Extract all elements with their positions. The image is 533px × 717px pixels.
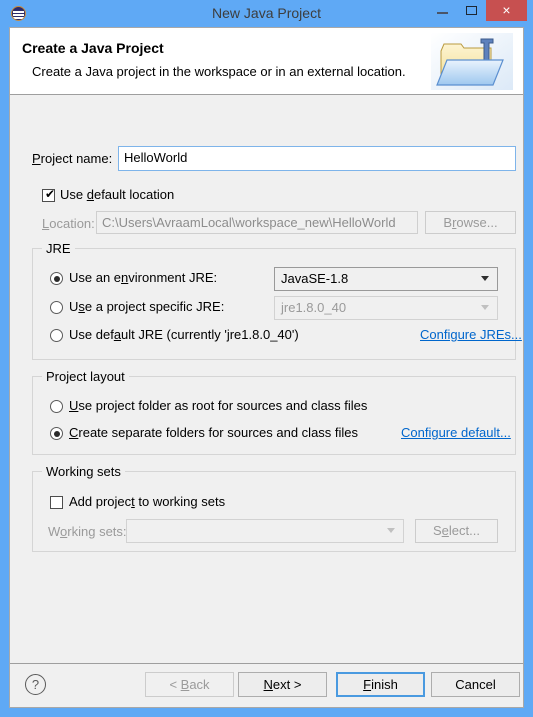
- title-bar: New Java Project ×: [0, 0, 533, 27]
- project-name-label: Project name:: [32, 151, 113, 166]
- configure-default-link[interactable]: Configure default...: [401, 425, 511, 440]
- project-name-input[interactable]: HelloWorld: [118, 146, 516, 171]
- project-specific-jre-value: jre1.8.0_40: [281, 300, 347, 315]
- project-layout-group: Project layout Use project folder as roo…: [32, 369, 516, 455]
- radio-default-jre[interactable]: [50, 329, 63, 342]
- working-sets-label: Working sets:: [48, 524, 127, 539]
- radio-create-separate-folders[interactable]: [50, 427, 63, 440]
- working-sets-group: Working sets Add project to working sets…: [32, 464, 516, 552]
- next-button[interactable]: Next >: [238, 672, 327, 697]
- project-specific-jre-combo[interactable]: jre1.8.0_40: [274, 296, 498, 320]
- chevron-down-icon: [481, 305, 489, 310]
- radio-project-specific-jre[interactable]: [50, 301, 63, 314]
- maximize-button[interactable]: [457, 0, 486, 21]
- java-project-folder-icon: [431, 33, 513, 90]
- page-title: Create a Java Project: [22, 40, 164, 56]
- dialog-content: Project name: HelloWorld ✔ Use default l…: [10, 95, 523, 663]
- minimize-button[interactable]: [428, 0, 457, 21]
- chevron-down-icon: [387, 528, 395, 533]
- close-icon: ×: [502, 2, 511, 18]
- close-button[interactable]: ×: [486, 0, 527, 21]
- cancel-button[interactable]: Cancel: [431, 672, 520, 697]
- working-sets-combo[interactable]: [126, 519, 404, 543]
- use-default-location-label: Use default location: [60, 187, 175, 202]
- radio-project-specific-jre-label: Use a project specific JRE:: [69, 299, 225, 314]
- minimize-icon: [437, 12, 448, 14]
- dialog-body: Create a Java Project Create a Java proj…: [9, 27, 524, 708]
- maximize-icon: [466, 6, 477, 15]
- radio-use-project-folder-as-root-label: Use project folder as root for sources a…: [69, 398, 368, 413]
- execution-environment-combo[interactable]: JavaSE-1.8: [274, 267, 498, 291]
- browse-button[interactable]: Browse...: [425, 211, 516, 234]
- help-icon[interactable]: ?: [25, 674, 46, 695]
- radio-execution-environment-jre-label: Use an environment JRE:: [69, 270, 218, 285]
- use-default-location-checkbox[interactable]: ✔: [42, 187, 56, 202]
- radio-dot-icon: [53, 275, 60, 282]
- radio-dot-icon: [53, 430, 60, 437]
- radio-execution-environment-jre[interactable]: [50, 272, 63, 285]
- finish-button[interactable]: Finish: [336, 672, 425, 697]
- dialog-footer: ? < Back Next > Finish Cancel: [10, 663, 523, 707]
- radio-use-project-folder-as-root[interactable]: [50, 400, 63, 413]
- add-project-to-working-sets-label: Add project to working sets: [69, 494, 226, 509]
- page-subtitle: Create a Java project in the workspace o…: [32, 64, 406, 79]
- radio-default-jre-label: Use default JRE (currently 'jre1.8.0_40'…: [69, 327, 299, 342]
- jre-group-title: JRE: [42, 241, 75, 256]
- chevron-down-icon: [481, 276, 489, 281]
- jre-group: JRE Use an environment JRE: JavaSE-1.8 U…: [32, 241, 522, 360]
- location-label: Location:: [42, 216, 95, 231]
- select-working-sets-button[interactable]: Select...: [415, 519, 498, 543]
- working-sets-group-title: Working sets: [42, 464, 125, 479]
- location-input[interactable]: C:\Users\AvraamLocal\workspace_new\Hello…: [96, 211, 418, 234]
- dialog-header: Create a Java Project Create a Java proj…: [10, 28, 523, 95]
- new-java-project-window: New Java Project × Create a Java Project…: [0, 0, 533, 717]
- checkmark-icon: ✔: [45, 187, 56, 201]
- configure-jres-link[interactable]: Configure JREs...: [420, 327, 522, 342]
- add-project-to-working-sets-checkbox[interactable]: [50, 496, 63, 509]
- radio-create-separate-folders-label: Create separate folders for sources and …: [69, 425, 359, 440]
- execution-environment-value: JavaSE-1.8: [281, 271, 349, 286]
- back-button[interactable]: < Back: [145, 672, 234, 697]
- project-layout-group-title: Project layout: [42, 369, 129, 384]
